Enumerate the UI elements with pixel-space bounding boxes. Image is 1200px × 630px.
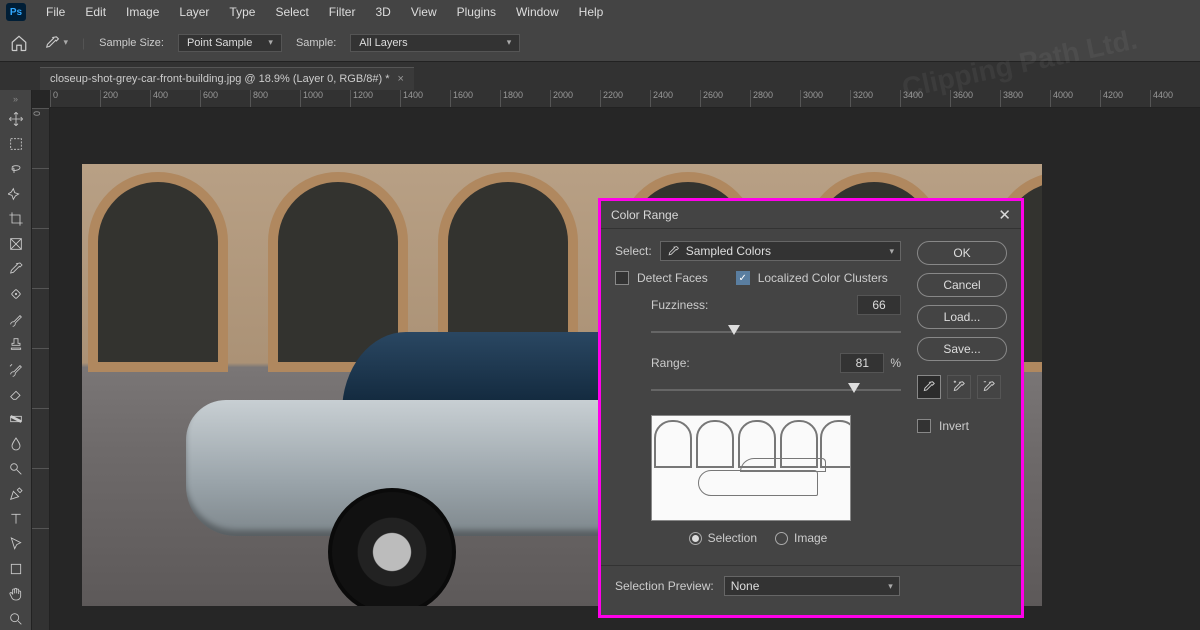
- invert-checkbox[interactable]: [917, 419, 931, 433]
- selection-preview-select[interactable]: None▾: [724, 576, 900, 596]
- close-icon[interactable]: ✕: [998, 206, 1011, 224]
- sample-label: Sample:: [296, 37, 336, 49]
- menu-edit[interactable]: Edit: [75, 1, 116, 23]
- quick-select-tool[interactable]: [2, 182, 30, 205]
- menu-help[interactable]: Help: [569, 1, 614, 23]
- selection-radio[interactable]: [689, 532, 702, 545]
- app-logo: Ps: [6, 3, 26, 21]
- menu-layer[interactable]: Layer: [169, 1, 219, 23]
- gradient-tool[interactable]: [2, 407, 30, 430]
- dodge-tool[interactable]: [2, 457, 30, 480]
- document-tab[interactable]: closeup-shot-grey-car-front-building.jpg…: [40, 67, 414, 90]
- menu-type[interactable]: Type: [219, 1, 265, 23]
- marquee-tool[interactable]: [2, 132, 30, 155]
- menu-bar: Ps File Edit Image Layer Type Select Fil…: [0, 0, 1200, 24]
- tool-panel: »: [0, 90, 32, 630]
- hand-tool[interactable]: [2, 582, 30, 605]
- cancel-button[interactable]: Cancel: [917, 273, 1007, 297]
- crop-tool[interactable]: [2, 207, 30, 230]
- detect-faces-checkbox[interactable]: [615, 271, 629, 285]
- eyedropper-icon[interactable]: ▾: [44, 34, 68, 52]
- menu-image[interactable]: Image: [116, 1, 169, 23]
- shape-tool[interactable]: [2, 557, 30, 580]
- preview-thumbnail[interactable]: [651, 415, 851, 521]
- frame-tool[interactable]: [2, 232, 30, 255]
- localized-checkbox[interactable]: ✓: [736, 271, 750, 285]
- menu-window[interactable]: Window: [506, 1, 569, 23]
- type-tool[interactable]: [2, 507, 30, 530]
- move-tool[interactable]: [2, 107, 30, 130]
- ruler-horizontal[interactable]: 0200400600800100012001400160018002000220…: [50, 90, 1200, 108]
- range-label: Range:: [651, 356, 690, 370]
- localized-label: Localized Color Clusters: [758, 271, 888, 285]
- sample-size-select[interactable]: Point Sample▾: [178, 34, 282, 52]
- detect-faces-label: Detect Faces: [637, 271, 708, 285]
- eyedropper-subtract-icon[interactable]: [977, 375, 1001, 399]
- fuzziness-input[interactable]: 66: [857, 295, 901, 315]
- range-unit: %: [890, 356, 901, 370]
- fuzziness-slider[interactable]: [651, 325, 901, 331]
- path-select-tool[interactable]: [2, 532, 30, 555]
- invert-label: Invert: [939, 419, 969, 433]
- menu-plugins[interactable]: Plugins: [447, 1, 506, 23]
- menu-3d[interactable]: 3D: [365, 1, 400, 23]
- sample-size-label: Sample Size:: [99, 37, 164, 49]
- save-button[interactable]: Save...: [917, 337, 1007, 361]
- zoom-tool[interactable]: [2, 607, 30, 630]
- menu-view[interactable]: View: [401, 1, 447, 23]
- select-label: Select:: [615, 244, 652, 258]
- menu-file[interactable]: File: [36, 1, 75, 23]
- dialog-titlebar[interactable]: Color Range ✕: [601, 201, 1021, 229]
- range-slider[interactable]: [651, 383, 901, 389]
- healing-tool[interactable]: [2, 282, 30, 305]
- image-radio[interactable]: [775, 532, 788, 545]
- ok-button[interactable]: OK: [917, 241, 1007, 265]
- lasso-tool[interactable]: [2, 157, 30, 180]
- home-icon[interactable]: [10, 34, 30, 52]
- history-brush-tool[interactable]: [2, 357, 30, 380]
- eraser-tool[interactable]: [2, 382, 30, 405]
- pen-tool[interactable]: [2, 482, 30, 505]
- document-tab-bar: closeup-shot-grey-car-front-building.jpg…: [0, 62, 1200, 90]
- eyedropper-tool[interactable]: [2, 257, 30, 280]
- close-icon[interactable]: ×: [398, 73, 404, 85]
- brush-tool[interactable]: [2, 307, 30, 330]
- menu-select[interactable]: Select: [265, 1, 318, 23]
- selection-preview-label: Selection Preview:: [615, 579, 714, 593]
- blur-tool[interactable]: [2, 432, 30, 455]
- options-bar: ▾ | Sample Size: Point Sample▾ Sample: A…: [0, 24, 1200, 62]
- dialog-title: Color Range: [611, 208, 678, 222]
- select-dropdown[interactable]: Sampled Colors ▾: [660, 241, 901, 261]
- range-input[interactable]: 81: [840, 353, 884, 373]
- load-button[interactable]: Load...: [917, 305, 1007, 329]
- selection-radio-label: Selection: [708, 531, 757, 545]
- fuzziness-label: Fuzziness:: [651, 298, 708, 312]
- eyedropper-add-icon[interactable]: [947, 375, 971, 399]
- menu-filter[interactable]: Filter: [319, 1, 366, 23]
- sample-select[interactable]: All Layers▾: [350, 34, 520, 52]
- expand-icon[interactable]: »: [2, 92, 30, 105]
- image-radio-label: Image: [794, 531, 827, 545]
- eyedropper-sample-icon[interactable]: [917, 375, 941, 399]
- ruler-vertical[interactable]: 0: [32, 108, 50, 630]
- document-title: closeup-shot-grey-car-front-building.jpg…: [50, 73, 390, 85]
- color-range-dialog: Color Range ✕ Select: Sampled Colors ▾ D…: [598, 198, 1024, 618]
- stamp-tool[interactable]: [2, 332, 30, 355]
